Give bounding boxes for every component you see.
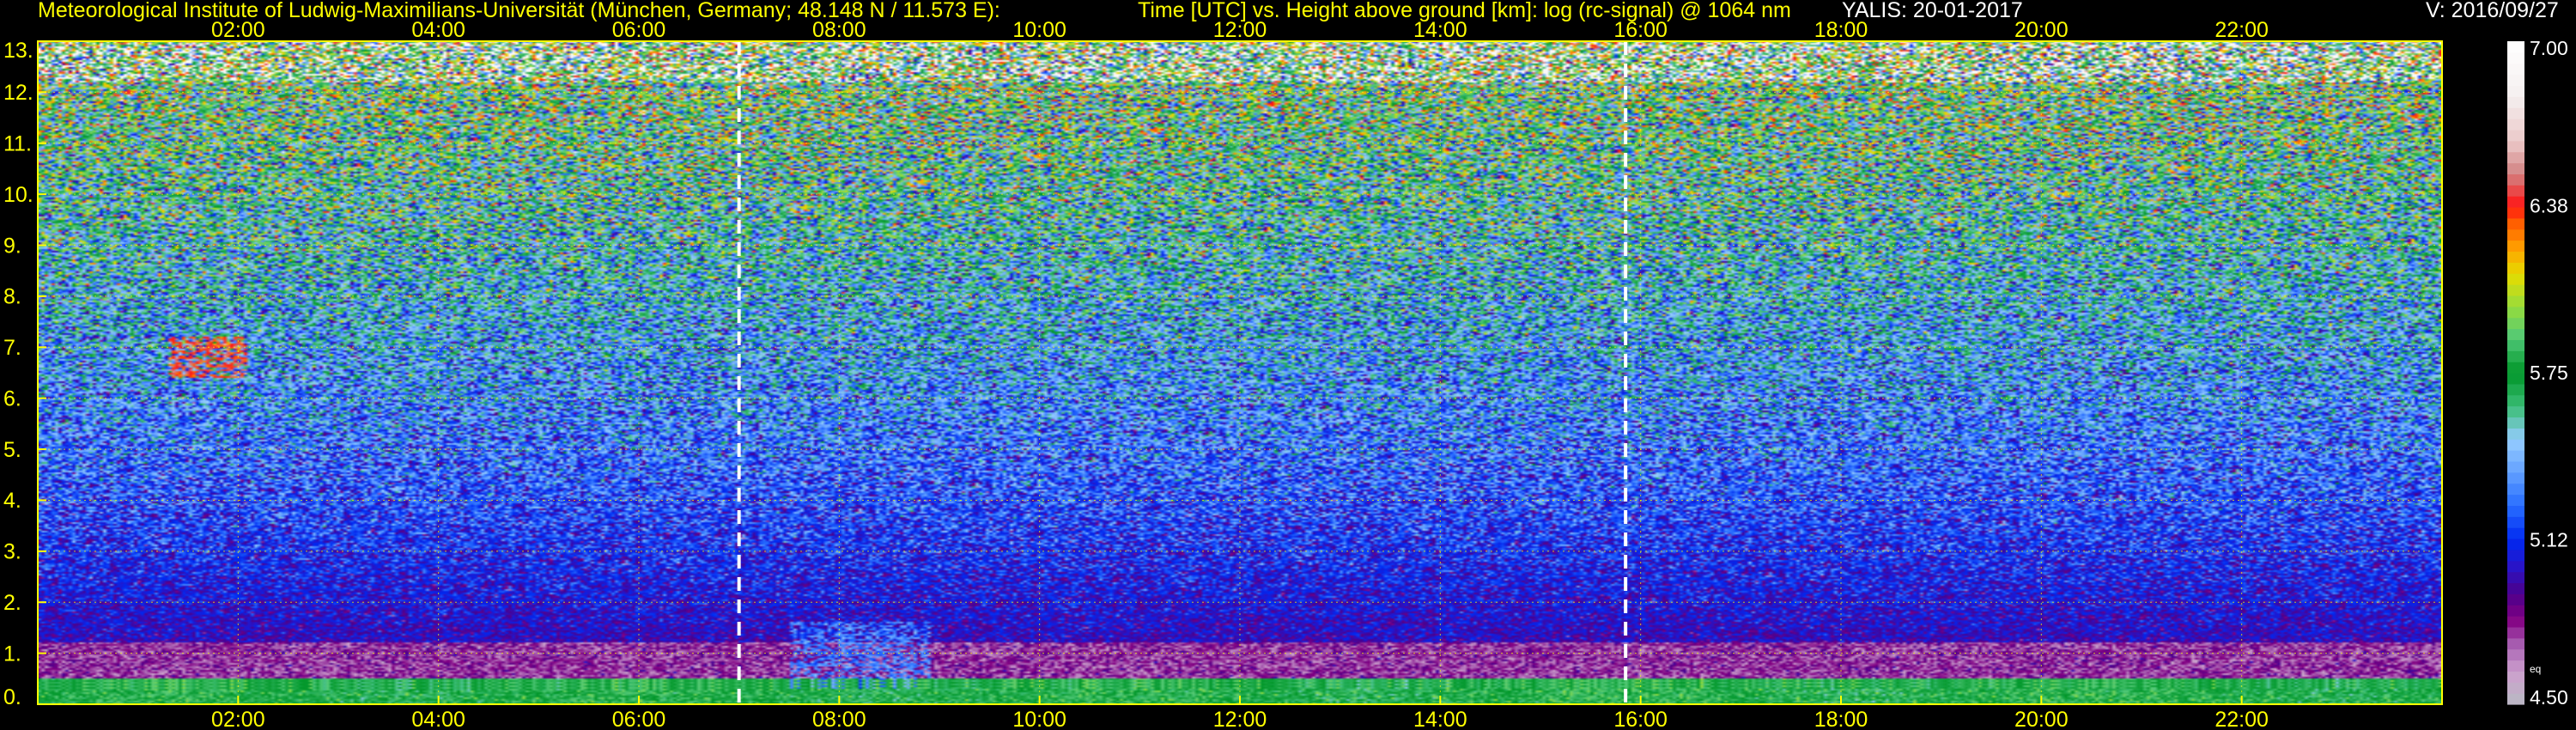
colorbar-segment	[2507, 262, 2524, 274]
x-tick-label: 06:00	[612, 708, 666, 730]
colorbar-segment	[2507, 394, 2524, 407]
colorbar-segment	[2507, 85, 2524, 97]
colorbar-segment	[2507, 217, 2524, 230]
x-tick-label: 22:00	[2215, 708, 2269, 730]
version-label: V: 2016/09/27	[2426, 0, 2559, 22]
colorbar-segment	[2507, 162, 2524, 174]
colorbar-label: 4.50	[2530, 686, 2568, 709]
colorbar-segment	[2507, 251, 2524, 263]
y-tick-label: 5.	[3, 438, 21, 462]
colorbar-segment	[2507, 671, 2524, 683]
colorbar-segment	[2507, 373, 2524, 385]
x-tick-label: 16:00	[1613, 708, 1668, 730]
colorbar-label: 5.12	[2530, 529, 2568, 551]
colorbar-segment	[2507, 383, 2524, 396]
y-tick-label: 6.	[3, 386, 21, 411]
y-tick-label: 8.	[3, 285, 21, 309]
x-tick-label-top: 22:00	[2215, 18, 2269, 42]
colorbar-segment	[2507, 439, 2524, 451]
x-tick-label: 10:00	[1012, 708, 1066, 730]
chart-title: Time [UTC] vs. Height above ground [km]:…	[1138, 0, 1791, 22]
lidar-quicklook-chart: 0.1.2.3.4.5.6.7.8.9.10.11.12.13. 02:0002…	[0, 0, 2576, 730]
colorbar-segment	[2507, 637, 2524, 650]
colorbar-segment	[2507, 428, 2524, 440]
y-tick-label: 4.	[3, 489, 21, 513]
colorbar-segment	[2507, 616, 2524, 628]
y-tick-label: 12.	[3, 81, 33, 105]
colorbar-segment	[2507, 527, 2524, 539]
colorbar-segment	[2507, 471, 2524, 484]
y-tick-label: 0.	[3, 685, 21, 709]
x-tick-label: 18:00	[1814, 708, 1868, 730]
colorbar-segment	[2507, 339, 2524, 351]
colorbar-segment	[2507, 605, 2524, 617]
instrument-date: YALIS: 20-01-2017	[1842, 0, 2023, 22]
x-tick-label-top: 10:00	[1012, 18, 1066, 42]
colorbar-segment	[2507, 483, 2524, 496]
colorbar-segment	[2507, 317, 2524, 330]
colorbar-segment	[2507, 450, 2524, 462]
x-tick-label: 14:00	[1413, 708, 1467, 730]
colorbar-segment	[2507, 362, 2524, 374]
colorbar-segment	[2507, 682, 2524, 694]
colorbar-segment	[2507, 96, 2524, 108]
colorbar-segment	[2507, 119, 2524, 131]
colorbar-segment	[2507, 350, 2524, 362]
x-tick-label: 08:00	[812, 708, 866, 730]
colorbar-segment	[2507, 228, 2524, 241]
colorbar-label: 6.38	[2530, 195, 2568, 217]
colorbar-segment	[2507, 417, 2524, 429]
colorbar-segment	[2507, 582, 2524, 594]
colorbar-segment	[2507, 173, 2524, 186]
colorbar-segment	[2507, 626, 2524, 639]
colorbar-segment	[2507, 196, 2524, 208]
colorbar-segment	[2507, 295, 2524, 307]
colorbar-segment	[2507, 41, 2524, 53]
colorbar-segment	[2507, 107, 2524, 119]
colorbar-segment	[2507, 660, 2524, 672]
colorbar-segment	[2507, 306, 2524, 319]
colorbar-label: 5.75	[2530, 362, 2568, 384]
x-tick-label: 12:00	[1213, 708, 1267, 730]
colorbar-segment	[2507, 63, 2524, 76]
colorbar-segment	[2507, 549, 2524, 562]
colorbar-segment	[2507, 571, 2524, 584]
colorbar-label: 7.00	[2530, 37, 2568, 59]
x-tick-label: 20:00	[2014, 708, 2069, 730]
colorbar-segment	[2507, 74, 2524, 87]
colorbar-segment	[2507, 494, 2524, 506]
colorbar-segment	[2507, 284, 2524, 296]
institute-title: Meteorological Institute of Ludwig-Maxim…	[38, 0, 1000, 22]
colorbar-segment	[2507, 129, 2524, 142]
colorbar-small-label: eq	[2530, 663, 2541, 675]
x-tick-label: 02:00	[211, 708, 265, 730]
colorbar-segment	[2507, 52, 2524, 64]
colorbar-segment	[2507, 648, 2524, 661]
y-tick-label: 3.	[3, 540, 21, 564]
colorbar-segment	[2507, 693, 2524, 705]
colorbar-segment	[2507, 538, 2524, 551]
colorbar-segment	[2507, 140, 2524, 153]
colorbar-segment	[2507, 505, 2524, 517]
colorbar-segment	[2507, 273, 2524, 285]
colorbar-segment	[2507, 405, 2524, 418]
y-tick-label: 11.	[3, 132, 32, 156]
y-tick-label: 2.	[3, 591, 21, 615]
x-tick-label: 04:00	[411, 708, 465, 730]
colorbar-segment	[2507, 328, 2524, 340]
y-tick-label: 7.	[3, 336, 21, 360]
colorbar-segment	[2507, 593, 2524, 605]
y-tick-label: 10.	[3, 183, 33, 207]
colorbar-segment	[2507, 240, 2524, 252]
colorbar-segment	[2507, 207, 2524, 219]
colorbar-segment	[2507, 185, 2524, 197]
colorbar-segment	[2507, 516, 2524, 528]
y-tick-label: 13.	[3, 39, 33, 63]
y-tick-label: 1.	[3, 642, 21, 666]
colorbar-segment	[2507, 560, 2524, 573]
y-tick-label: 9.	[3, 234, 21, 258]
colorbar-segment	[2507, 460, 2524, 473]
colorbar-segment	[2507, 151, 2524, 164]
